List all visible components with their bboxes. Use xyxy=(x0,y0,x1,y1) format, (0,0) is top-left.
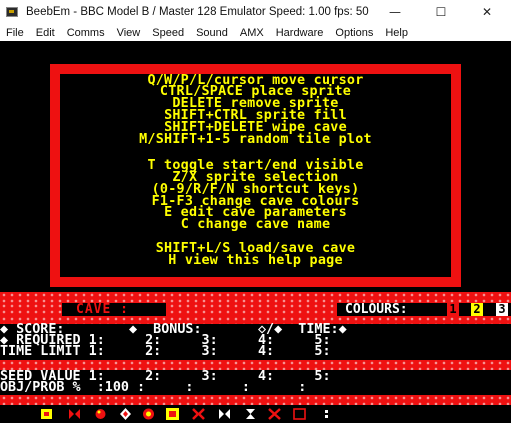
dirt-sprite-icon[interactable] xyxy=(268,408,281,420)
outbox-sprite-icon[interactable] xyxy=(293,408,306,420)
menu-comms[interactable]: Comms xyxy=(61,27,111,39)
menu-sound[interactable]: Sound xyxy=(190,27,234,39)
colour-3-swatch: 3 xyxy=(496,303,508,316)
menu-help[interactable]: Help xyxy=(379,27,414,39)
menu-amx[interactable]: AMX xyxy=(234,27,270,39)
window-title: BeebEm - BBC Model B / Master 128 Emulat… xyxy=(26,6,369,18)
obj-prob-row: OBJ/PROB % :100 : : : : xyxy=(0,380,307,395)
diamond-sprite-icon[interactable] xyxy=(119,408,132,420)
menu-speed[interactable]: Speed xyxy=(146,27,190,39)
menu-edit[interactable]: Edit xyxy=(30,27,61,39)
menu-view[interactable]: View xyxy=(111,27,147,39)
amoeba-sprite-icon[interactable] xyxy=(142,408,155,420)
steel-sprite-icon[interactable] xyxy=(244,408,257,420)
wall-sprite-icon[interactable] xyxy=(166,408,179,420)
beebem-icon xyxy=(6,7,18,17)
emulator-screen[interactable]: Q/W/P/L/cursor move cursor CTRL/SPACE pl… xyxy=(0,41,511,423)
maximize-button[interactable]: ☐ xyxy=(418,0,464,24)
menu-options[interactable]: Options xyxy=(329,27,379,39)
status-row: CAVE : COLOURS: 1 2 3 xyxy=(0,303,511,316)
colour-1-swatch: 1 xyxy=(447,303,459,316)
magic-wall-sprite-icon[interactable] xyxy=(192,408,205,420)
space-sprite-icon[interactable] xyxy=(320,408,333,420)
firefly-sprite-icon[interactable] xyxy=(40,408,53,420)
close-button[interactable]: ✕ xyxy=(464,0,510,24)
boulder-sprite-icon[interactable] xyxy=(94,408,107,420)
sprite-palette xyxy=(0,407,511,421)
colour-2-swatch: 2 xyxy=(471,303,483,316)
help-line-random-plot: M/SHIFT+1-5 random tile plot xyxy=(139,132,372,147)
help-line-cave-name: C change cave name xyxy=(180,217,331,232)
menu-file[interactable]: File xyxy=(0,27,30,39)
title-bar: BeebEm - BBC Model B / Master 128 Emulat… xyxy=(0,0,511,24)
butterfly-sprite-icon[interactable] xyxy=(68,408,81,420)
menu-bar: File Edit Comms View Speed Sound AMX Har… xyxy=(0,24,511,41)
colours-label: COLOURS: xyxy=(345,302,408,317)
brick-bar-bottom xyxy=(0,395,511,405)
help-line-view-help: H view this help page xyxy=(168,253,343,268)
exit-sprite-icon[interactable] xyxy=(218,408,231,420)
menu-hardware[interactable]: Hardware xyxy=(270,27,330,39)
cave-name-label: CAVE : xyxy=(76,302,129,317)
minimize-button[interactable]: — xyxy=(372,0,418,24)
time-limit-row: TIME LIMIT 1: 2: 3: 4: 5: xyxy=(0,344,331,359)
